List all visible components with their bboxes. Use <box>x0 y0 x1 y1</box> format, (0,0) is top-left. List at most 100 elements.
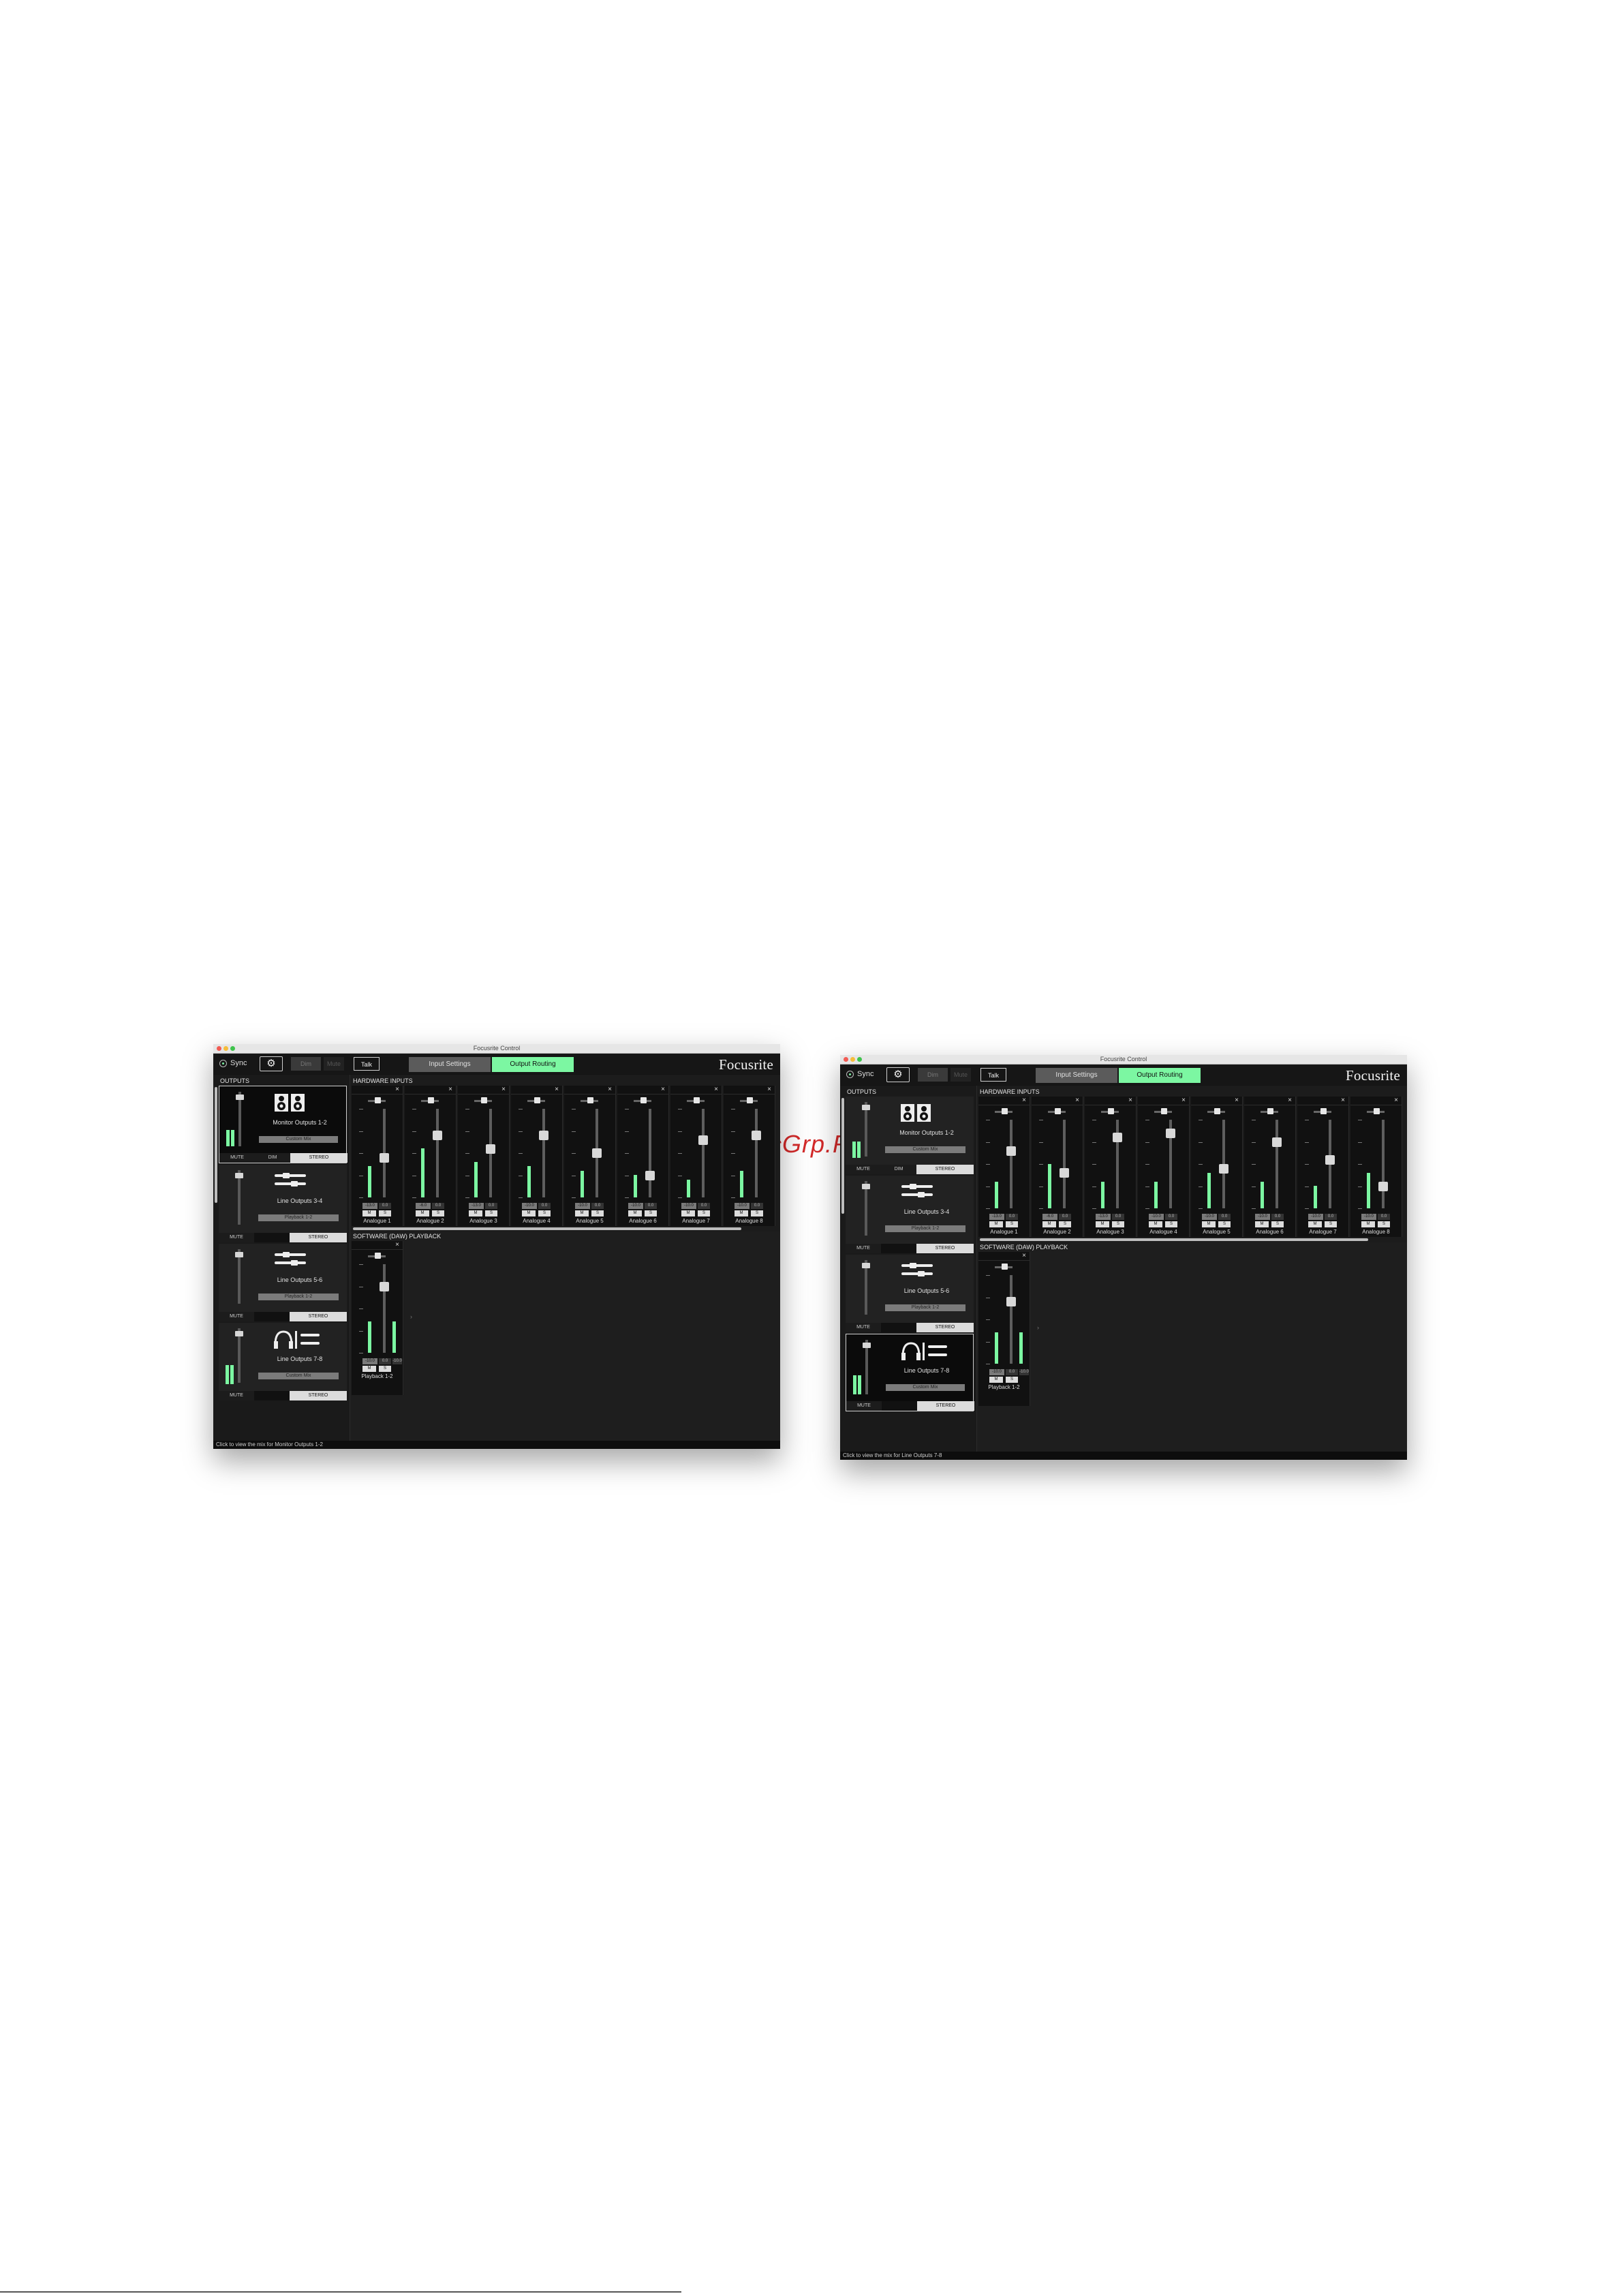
pan-handle[interactable] <box>1267 1108 1273 1114</box>
pan-value[interactable]: 0.0 <box>1378 1214 1390 1220</box>
gain-value[interactable]: -13.0 <box>362 1203 377 1209</box>
output-card[interactable]: Line Outputs 5-6 Playback 1-2 MUTE STEREO <box>846 1255 974 1332</box>
output-fader-handle[interactable] <box>862 1184 870 1189</box>
gain-value[interactable]: -10.0 <box>628 1203 643 1209</box>
mute-output-button[interactable]: MUTE <box>846 1165 881 1174</box>
solo-strip-button[interactable]: S <box>432 1210 444 1216</box>
gain-value[interactable]: -10.0 <box>735 1203 749 1209</box>
settings-gear-button[interactable]: ⚙ <box>886 1067 910 1082</box>
dim-output-button[interactable]: DIM <box>255 1153 290 1163</box>
solo-strip-button[interactable]: S <box>1378 1221 1390 1227</box>
talk-button[interactable]: Talk <box>980 1068 1006 1082</box>
pan-value[interactable]: 0.0 <box>1271 1214 1284 1220</box>
solo-strip-button[interactable]: S <box>485 1210 497 1216</box>
fader-handle[interactable] <box>1378 1181 1388 1191</box>
settings-gear-button[interactable]: ⚙ <box>260 1056 283 1071</box>
dim-output-button[interactable]: DIM <box>881 1165 916 1174</box>
solo-strip-button[interactable]: S <box>1271 1221 1284 1227</box>
pan-value[interactable]: 0.0 <box>379 1203 391 1209</box>
gain-value[interactable]: -6.0 <box>1042 1214 1057 1220</box>
mute-button[interactable]: Mute <box>324 1057 344 1071</box>
output-card[interactable]: Line Outputs 5-6 Playback 1-2 MUTE STEREO <box>219 1244 347 1321</box>
output-fader-handle[interactable] <box>235 1331 243 1336</box>
gain-value[interactable]: -10.0 <box>575 1203 590 1209</box>
fader-handle[interactable] <box>380 1152 389 1163</box>
pan-value[interactable]: 0.0 <box>379 1358 391 1364</box>
pan-handle[interactable] <box>1055 1108 1061 1114</box>
hardware-inputs-scrollbar[interactable] <box>353 1227 741 1230</box>
gain-value[interactable]: -10.0 <box>1255 1214 1270 1220</box>
fader-handle[interactable] <box>698 1135 708 1145</box>
gain-value[interactable]: -10.0 <box>1308 1214 1323 1220</box>
output-mix-select[interactable]: Custom Mix <box>886 1384 965 1391</box>
pan-handle[interactable] <box>534 1097 540 1103</box>
stereo-output-button[interactable]: STEREO <box>916 1165 974 1174</box>
gain-value-right[interactable]: -10.0 <box>392 1358 402 1364</box>
pan-value[interactable]: 0.0 <box>538 1203 551 1209</box>
output-card[interactable]: Line Outputs 7-8 Custom Mix MUTE STEREO <box>219 1323 347 1400</box>
stereo-output-button[interactable]: STEREO <box>916 1323 974 1332</box>
pan-value[interactable]: 0.0 <box>1006 1369 1018 1375</box>
output-mix-select[interactable]: Playback 1-2 <box>885 1225 965 1232</box>
fader-handle[interactable] <box>380 1281 389 1291</box>
gain-value[interactable]: -10.0 <box>681 1203 696 1209</box>
mute-strip-button[interactable]: M <box>1096 1221 1109 1227</box>
solo-strip-button[interactable]: S <box>1325 1221 1337 1227</box>
hardware-inputs-scrollbar[interactable] <box>980 1238 1368 1241</box>
gain-value[interactable]: -10.0 <box>362 1358 377 1364</box>
close-strip-icon[interactable]: × <box>1341 1097 1345 1104</box>
mute-strip-button[interactable]: M <box>575 1210 589 1216</box>
pan-handle[interactable] <box>1214 1108 1220 1114</box>
pan-value[interactable]: 0.0 <box>432 1203 444 1209</box>
stereo-output-button[interactable]: STEREO <box>290 1312 347 1321</box>
output-card[interactable]: Monitor Outputs 1-2 Custom Mix MUTE DIM STER… <box>846 1097 974 1174</box>
fader-handle[interactable] <box>752 1131 761 1140</box>
output-mix-select[interactable]: Custom Mix <box>259 1136 338 1143</box>
close-strip-icon[interactable]: × <box>1181 1097 1186 1104</box>
mute-output-button[interactable]: MUTE <box>219 1153 255 1163</box>
output-mix-select[interactable]: Custom Mix <box>258 1373 339 1379</box>
mute-button[interactable]: Mute <box>950 1068 971 1082</box>
mute-output-button[interactable]: MUTE <box>846 1244 881 1253</box>
close-strip-icon[interactable]: × <box>395 1241 399 1249</box>
close-strip-icon[interactable]: × <box>1288 1097 1292 1104</box>
output-fader-handle[interactable] <box>236 1095 244 1100</box>
gain-value[interactable]: -13.0 <box>989 1214 1004 1220</box>
mute-strip-button[interactable]: M <box>416 1210 429 1216</box>
pan-handle[interactable] <box>428 1097 434 1103</box>
close-strip-icon[interactable]: × <box>1394 1097 1398 1104</box>
solo-strip-button[interactable]: S <box>591 1210 604 1216</box>
fader-handle[interactable] <box>1219 1163 1228 1174</box>
mute-strip-button[interactable]: M <box>469 1210 482 1216</box>
pan-handle[interactable] <box>1320 1108 1327 1114</box>
solo-strip-button[interactable]: S <box>1165 1221 1177 1227</box>
pan-value[interactable]: 0.0 <box>1218 1214 1231 1220</box>
solo-strip-button[interactable]: S <box>379 1366 391 1372</box>
solo-strip-button[interactable]: S <box>538 1210 551 1216</box>
fader-handle[interactable] <box>1060 1168 1069 1178</box>
pan-handle[interactable] <box>1002 1264 1008 1270</box>
output-mix-select[interactable]: Playback 1-2 <box>258 1294 339 1300</box>
fader-handle[interactable] <box>592 1148 602 1158</box>
tab-input-settings[interactable]: Input Settings <box>1036 1068 1117 1083</box>
mute-output-button[interactable]: MUTE <box>219 1312 254 1321</box>
mute-strip-button[interactable]: M <box>1149 1221 1162 1227</box>
tab-output-routing[interactable]: Output Routing <box>1119 1068 1201 1083</box>
pan-value[interactable]: 0.0 <box>1325 1214 1337 1220</box>
pan-handle[interactable] <box>1002 1108 1008 1114</box>
mute-output-button[interactable]: MUTE <box>846 1401 882 1411</box>
dim-button[interactable]: Dim <box>291 1057 321 1071</box>
gain-value[interactable]: -10.0 <box>1149 1214 1164 1220</box>
pan-handle[interactable] <box>375 1253 381 1259</box>
fader-handle[interactable] <box>486 1144 495 1154</box>
close-strip-icon[interactable]: × <box>661 1086 665 1093</box>
gain-value-right[interactable]: -10.0 <box>1019 1369 1029 1375</box>
mute-strip-button[interactable]: M <box>735 1210 748 1216</box>
pan-value[interactable]: 0.0 <box>751 1203 763 1209</box>
pan-value[interactable]: 0.0 <box>1165 1214 1177 1220</box>
output-fader-handle[interactable] <box>863 1343 871 1348</box>
close-strip-icon[interactable]: × <box>608 1086 612 1093</box>
gain-value[interactable]: -6.0 <box>416 1203 431 1209</box>
pan-handle[interactable] <box>640 1097 647 1103</box>
pan-value[interactable]: 0.0 <box>698 1203 710 1209</box>
